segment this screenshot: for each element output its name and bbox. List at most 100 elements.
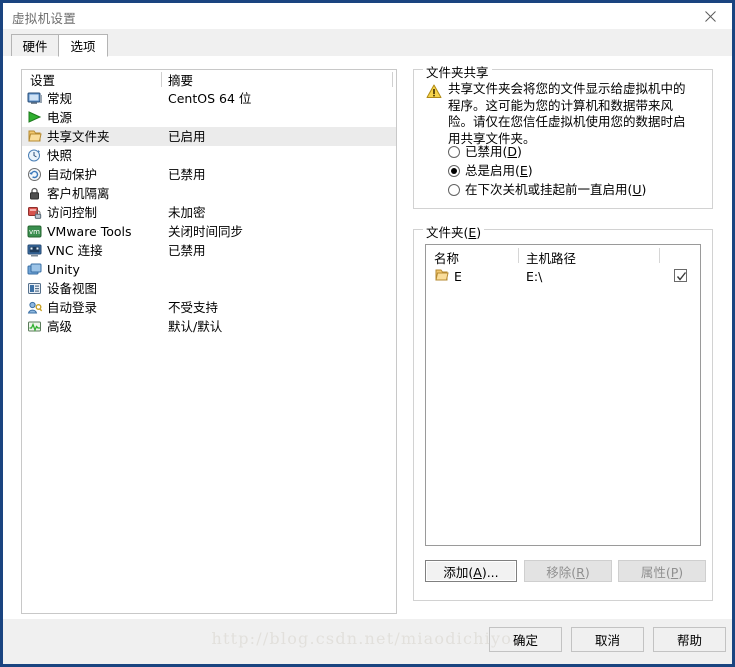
radio-disabled-indicator [448, 145, 460, 158]
folders-group-title: 文件夹(E) [423, 222, 485, 241]
unity-icon [27, 262, 43, 277]
folder-enabled-checkbox[interactable] [674, 269, 687, 282]
settings-row-auto-login[interactable]: 自动登录 不受支持 [22, 298, 396, 317]
radio-disabled-label: 已禁用(D) [465, 144, 522, 159]
column-header-setting: 设置 [30, 73, 56, 88]
ok-button[interactable]: 确定 [489, 627, 562, 652]
add-folder-button-label: 添加(A)... [443, 564, 499, 580]
settings-row-autoprotect[interactable]: 自动保护 已禁用 [22, 165, 396, 184]
settings-row-summary: CentOS 64 位 [168, 91, 252, 106]
folders-listview[interactable]: 名称 主机路径 E E:\ [425, 244, 701, 546]
advanced-icon [27, 319, 43, 334]
vnc-monitor-icon [27, 243, 43, 258]
settings-row-access-control[interactable]: 访问控制 未加密 [22, 203, 396, 222]
settings-row-summary: 关闭时间同步 [168, 224, 244, 239]
settings-row-label: 常规 [47, 91, 73, 106]
cancel-button[interactable]: 取消 [571, 627, 644, 652]
folder-icon [434, 268, 450, 283]
access-control-icon [27, 205, 43, 220]
radio-until-shutdown[interactable]: 在下次关机或挂起前一直启用(U) [448, 181, 646, 198]
folders-column-name: 名称 [434, 251, 460, 266]
vm-settings-window: 虚拟机设置 硬件 选项 设置 摘要 常规 CentOS 64 位 电源 共享文件… [0, 0, 735, 667]
settings-row-label: VMware Tools [47, 224, 132, 239]
settings-row-summary: 已禁用 [168, 167, 206, 182]
settings-row-label: VNC 连接 [47, 243, 103, 258]
settings-row-summary: 已启用 [168, 129, 206, 144]
settings-row-vnc[interactable]: VNC 连接 已禁用 [22, 241, 396, 260]
settings-row-label: 共享文件夹 [47, 129, 110, 144]
settings-row-label: 快照 [47, 148, 73, 163]
help-button-label: 帮助 [676, 633, 702, 648]
warning-triangle-icon [426, 84, 442, 99]
folder-properties-button-label: 属性(P) [640, 564, 684, 580]
radio-until-shutdown-label: 在下次关机或挂起前一直启用(U) [465, 182, 647, 197]
tab-hardware[interactable]: 硬件 [11, 34, 59, 56]
settings-row-label: 自动保护 [47, 167, 98, 182]
tab-hardware-label: 硬件 [22, 39, 48, 54]
radio-always-enabled[interactable]: 总是启用(E) [448, 162, 533, 179]
settings-list[interactable]: 设置 摘要 常规 CentOS 64 位 电源 共享文件夹 已启用 快照 自动保… [21, 69, 397, 614]
title-bar: 虚拟机设置 [3, 3, 732, 29]
window-title: 虚拟机设置 [12, 11, 77, 26]
remove-folder-button-label: 移除(R) [546, 564, 590, 580]
close-icon[interactable] [688, 3, 732, 29]
settings-row-snapshot[interactable]: 快照 [22, 146, 396, 165]
svg-text:vm: vm [29, 228, 40, 236]
radio-always-enabled-label: 总是启用(E) [465, 163, 533, 178]
listview-column-divider [518, 248, 519, 263]
tab-options-label: 选项 [70, 39, 96, 54]
settings-row-label: 自动登录 [47, 300, 98, 315]
settings-row-summary: 不受支持 [168, 300, 219, 315]
power-play-icon [27, 110, 43, 125]
settings-row-label: 电源 [47, 110, 73, 125]
folders-group: 文件夹(E) 名称 主机路径 E E:\ 添加(A)... 移除(R) 属性(P… [413, 222, 713, 601]
vmware-tools-icon: vm [27, 224, 43, 239]
settings-row-advanced[interactable]: 高级 默认/默认 [22, 317, 396, 336]
radio-until-shutdown-indicator [448, 183, 460, 196]
folder-properties-button[interactable]: 属性(P) [618, 560, 706, 582]
settings-row-general[interactable]: 常规 CentOS 64 位 [22, 89, 396, 108]
folders-listview-header: 名称 主机路径 [426, 245, 700, 266]
settings-row-summary: 默认/默认 [168, 319, 223, 334]
ok-button-label: 确定 [512, 633, 538, 648]
auto-login-icon [27, 300, 43, 315]
help-button[interactable]: 帮助 [653, 627, 726, 652]
column-header-summary: 摘要 [168, 73, 194, 88]
snapshot-clock-icon [27, 148, 43, 163]
settings-row-summary: 未加密 [168, 205, 206, 220]
dialog-footer: http://blog.csdn.net/miaodichiyou 确定 取消 … [3, 619, 732, 664]
settings-row-label: 访问控制 [47, 205, 98, 220]
settings-row-label: Unity [47, 262, 80, 277]
settings-row-power[interactable]: 电源 [22, 108, 396, 127]
settings-row-guest-isolation[interactable]: 客户机隔离 [22, 184, 396, 203]
remove-folder-button[interactable]: 移除(R) [524, 560, 612, 582]
folder-name: E [454, 269, 462, 284]
settings-row-label: 客户机隔离 [47, 186, 110, 201]
settings-row-device-view[interactable]: 设备视图 [22, 279, 396, 298]
radio-always-enabled-indicator [448, 164, 460, 177]
tab-strip: 硬件 选项 [3, 29, 732, 57]
settings-row-shared-folders[interactable]: 共享文件夹 已启用 [22, 127, 396, 146]
column-divider-right [392, 72, 393, 87]
tab-options[interactable]: 选项 [58, 34, 108, 57]
device-view-icon [27, 281, 43, 296]
settings-row-summary: 已禁用 [168, 243, 206, 258]
table-row[interactable]: E E:\ [426, 266, 700, 287]
folder-sharing-warning-text: 共享文件夹会将您的文件显示给虚拟机中的程序。这可能为您的计算机和数据带来风险。请… [448, 81, 686, 146]
listview-column-divider-right [659, 248, 660, 263]
folder-icon [27, 129, 43, 144]
lock-icon [27, 186, 43, 201]
settings-row-unity[interactable]: Unity [22, 260, 396, 279]
folder-sharing-group-title: 文件夹共享 [423, 62, 492, 81]
column-divider [161, 72, 162, 87]
add-folder-button[interactable]: 添加(A)... [425, 560, 517, 582]
cancel-button-label: 取消 [594, 633, 620, 648]
settings-row-label: 设备视图 [47, 281, 98, 296]
radio-disabled[interactable]: 已禁用(D) [448, 143, 522, 160]
folders-column-host-path: 主机路径 [526, 251, 577, 266]
autoprotect-icon [27, 167, 43, 182]
options-panel: 设置 摘要 常规 CentOS 64 位 电源 共享文件夹 已启用 快照 自动保… [3, 56, 732, 620]
settings-row-vmware-tools[interactable]: vm VMware Tools 关闭时间同步 [22, 222, 396, 241]
folder-host-path: E:\ [526, 269, 543, 284]
settings-row-label: 高级 [47, 319, 73, 334]
